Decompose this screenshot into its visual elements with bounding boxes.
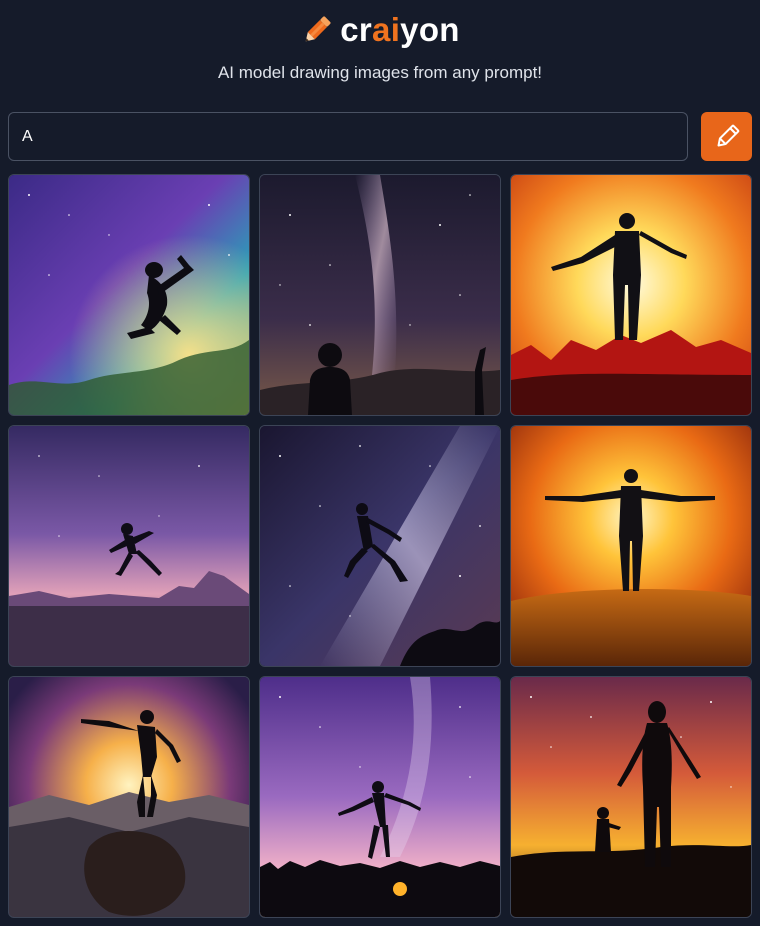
generated-image-6[interactable] [510, 425, 752, 667]
generated-image-8[interactable] [259, 676, 501, 918]
logo-wordmark: craiyon [340, 11, 460, 48]
prompt-input[interactable] [8, 112, 688, 161]
generated-image-1[interactable] [8, 174, 250, 416]
pencil-icon [717, 124, 739, 146]
image-grass-silhouette [260, 677, 500, 917]
image-sunset-peak [511, 175, 751, 415]
pencil-logo-icon [305, 16, 331, 42]
image-grid [8, 174, 752, 918]
generated-image-2[interactable] [259, 174, 501, 416]
draw-button[interactable] [701, 112, 752, 161]
generated-image-4[interactable] [8, 425, 250, 667]
logo[interactable]: craiyon [0, 10, 760, 50]
image-golden-field [511, 426, 751, 666]
image-starry-runner [260, 426, 500, 666]
image-milky-way-watcher [260, 175, 500, 415]
image-mother-child [511, 677, 751, 917]
generated-image-7[interactable] [8, 676, 250, 918]
image-nebula-leap [9, 175, 249, 415]
generated-image-9[interactable] [510, 676, 752, 918]
header: craiyon AI model drawing images from any… [0, 0, 760, 100]
generated-image-3[interactable] [510, 174, 752, 416]
tagline: AI model drawing images from any prompt! [217, 63, 543, 82]
image-rock-balancer [9, 677, 249, 917]
generated-image-5[interactable] [259, 425, 501, 667]
image-dusk-dancer [9, 426, 249, 666]
